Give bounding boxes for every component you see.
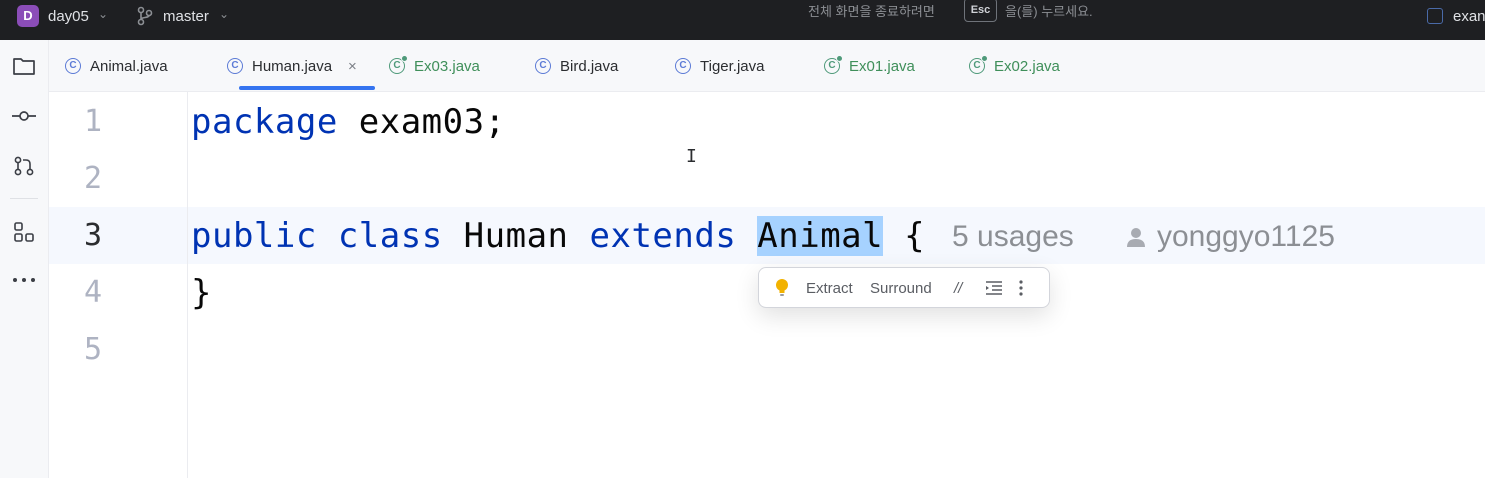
project-tool-button[interactable]	[10, 52, 38, 80]
window-checkbox[interactable]	[1427, 8, 1443, 24]
line-number[interactable]: 4	[73, 275, 113, 310]
code-line-3[interactable]: public class Human extends Animal {	[191, 216, 925, 256]
fullscreen-hint: 전체 화면을 종료하려면	[808, 4, 935, 19]
keyword: class	[337, 216, 443, 256]
floating-code-toolbar: Extract Surround //	[758, 267, 1050, 308]
class-icon: C	[65, 58, 81, 74]
code-text: exam03;	[337, 102, 506, 142]
more-horizontal-icon	[13, 278, 35, 282]
commit-tool-button[interactable]	[10, 102, 38, 130]
title-bar: D day05 ⌄ master ⌄ 전체 화면을 종료하려면 Esc 을(를)…	[0, 0, 1485, 40]
active-tab-indicator	[239, 86, 375, 90]
branch-name[interactable]: master	[163, 8, 209, 25]
keyword: public	[191, 216, 317, 256]
tab-tiger-java[interactable]: C Tiger.java	[675, 40, 764, 92]
reformat-icon[interactable]	[985, 278, 1003, 298]
pull-requests-tool-button[interactable]	[10, 152, 38, 180]
tab-ex02-java[interactable]: C Ex02.java	[969, 40, 1060, 92]
tool-divider	[10, 198, 38, 199]
comment-button[interactable]: //	[954, 280, 962, 297]
more-vertical-icon[interactable]	[1017, 278, 1025, 298]
class-icon: C	[227, 58, 243, 74]
close-icon[interactable]: ×	[348, 58, 357, 75]
tab-ex03-java[interactable]: C Ex03.java	[389, 40, 480, 92]
runnable-class-icon: C	[824, 55, 843, 74]
line-number[interactable]: 1	[73, 104, 113, 139]
chevron-down-icon[interactable]: ⌄	[219, 7, 229, 21]
structure-tool-button[interactable]	[10, 218, 38, 246]
tab-label: Human.java	[252, 57, 333, 75]
class-icon: C	[535, 58, 551, 74]
runnable-class-icon: C	[969, 55, 988, 74]
chevron-down-icon[interactable]: ⌄	[98, 7, 108, 21]
code-text: }	[191, 273, 212, 313]
class-icon: C	[675, 58, 691, 74]
tab-label: Bird.java	[560, 57, 619, 75]
tab-bird-java[interactable]: C Bird.java	[535, 40, 618, 92]
usages-inlay-hint[interactable]: 5 usages	[952, 220, 1074, 254]
tab-human-java[interactable]: C Human.java ×	[227, 40, 357, 92]
line-number[interactable]: 2	[73, 161, 113, 196]
surround-button[interactable]: Surround	[870, 280, 932, 297]
pull-request-icon	[14, 156, 34, 176]
fullscreen-hint-end: 을(를) 누르세요.	[1005, 4, 1093, 19]
tab-label: Tiger.java	[700, 57, 765, 75]
code-line-1[interactable]: package exam03;	[191, 102, 506, 142]
runnable-class-icon: C	[389, 55, 408, 74]
project-badge[interactable]: D	[17, 5, 39, 27]
class-name: Human	[463, 216, 569, 256]
tool-window-strip	[0, 40, 49, 478]
tab-label: Ex03.java	[414, 57, 480, 75]
code-text: {	[904, 216, 926, 256]
selected-text[interactable]: Animal	[757, 216, 884, 256]
structure-icon	[14, 222, 34, 242]
author-inlay-hint[interactable]: yonggyo1125	[1157, 220, 1335, 254]
code-line-4[interactable]: }	[191, 273, 212, 313]
title-right-text: exan	[1453, 8, 1485, 25]
tab-animal-java[interactable]: C Animal.java	[65, 40, 168, 92]
folder-icon	[13, 58, 35, 75]
keyword: extends	[589, 216, 737, 256]
tab-label: Ex01.java	[849, 57, 915, 75]
tab-label: Animal.java	[90, 57, 168, 75]
esc-key-badge: Esc	[964, 0, 997, 22]
tab-ex01-java[interactable]: C Ex01.java	[824, 40, 915, 92]
code-editor[interactable]: 1 2 3 4 5 package exam03; public class H…	[49, 92, 1485, 478]
user-icon	[1127, 228, 1145, 247]
keyword: package	[191, 102, 338, 142]
lightbulb-icon[interactable]	[775, 278, 789, 298]
gutter-divider	[187, 92, 188, 478]
line-number[interactable]: 5	[73, 332, 113, 367]
git-branch-icon	[137, 6, 153, 26]
more-tools-button[interactable]	[10, 266, 38, 294]
editor-tab-bar: C Animal.java C Human.java × C Ex03.java…	[49, 40, 1485, 92]
text-cursor-icon: I	[686, 146, 697, 167]
extract-button[interactable]: Extract	[806, 280, 853, 297]
line-number[interactable]: 3	[73, 218, 113, 253]
project-name[interactable]: day05	[48, 8, 89, 25]
commit-icon	[12, 111, 36, 121]
tab-label: Ex02.java	[994, 57, 1060, 75]
